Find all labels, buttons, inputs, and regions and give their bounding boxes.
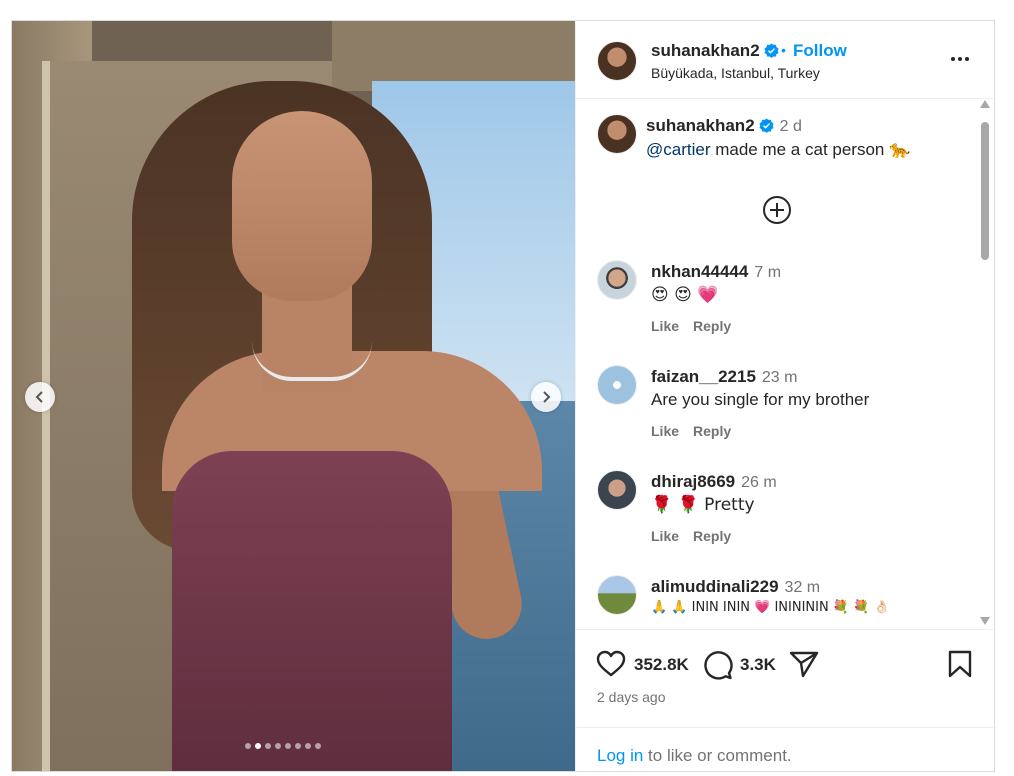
caption-text: @cartier made me a cat person 🐆: [646, 140, 911, 160]
comment-text: Are you single for my brother: [651, 390, 870, 409]
avatar[interactable]: [597, 41, 637, 81]
carousel-dot: [315, 743, 321, 749]
carousel-indicator: [245, 743, 321, 751]
load-more-comments-icon[interactable]: [762, 195, 792, 225]
post-side-panel: suhanakhan2 • Follow Büyükada, Istanbul,…: [575, 21, 996, 771]
carousel-dot: [285, 743, 291, 749]
share-icon[interactable]: [789, 650, 819, 678]
likes-count[interactable]: 352.8K: [634, 655, 689, 675]
like-comment-button[interactable]: Like: [651, 318, 679, 334]
chevron-left-icon: [35, 391, 43, 403]
carousel-dot: [245, 743, 251, 749]
comment-username[interactable]: alimuddinali229 32 m: [651, 577, 820, 597]
comment-username[interactable]: dhiraj8669 26 m: [651, 472, 777, 492]
mention-link[interactable]: @cartier: [646, 140, 711, 159]
login-link[interactable]: Log in: [597, 746, 643, 765]
post-image[interactable]: [12, 21, 575, 771]
next-slide-button[interactable]: [531, 382, 561, 412]
comment-text: 🌹 🌹 Pretty: [651, 495, 755, 515]
comment-text: 🙏 🙏 ININ ININ 💗 ININININ 💐 💐 👌🏻: [651, 600, 890, 615]
separator-dot: •: [781, 42, 786, 58]
follow-button[interactable]: Follow: [793, 41, 847, 61]
carousel-dot: [265, 743, 271, 749]
comment-actions: Like Reply: [651, 528, 731, 544]
comment-actions: Like Reply: [651, 318, 731, 334]
carousel-dot: [305, 743, 311, 749]
post-timestamp: 2 days ago: [597, 689, 666, 705]
comment-time: 32 m: [784, 579, 821, 596]
comment-username[interactable]: nkhan44444 7 m: [651, 262, 781, 282]
caption-time: 2 d: [779, 118, 802, 135]
comment-icon[interactable]: [703, 650, 733, 680]
scrollbar-thumb[interactable]: [981, 122, 989, 260]
commenter-avatar[interactable]: [597, 470, 637, 510]
scroll-down-arrow[interactable]: [980, 617, 990, 625]
carousel-dot: [275, 743, 281, 749]
location-link[interactable]: Büyükada, Istanbul, Turkey: [651, 65, 820, 81]
login-prompt: Log in to like or comment.: [576, 727, 996, 772]
more-options-icon[interactable]: [948, 49, 972, 69]
author-username[interactable]: suhanakhan2: [651, 41, 779, 61]
carousel-dot: [295, 743, 301, 749]
heart-icon[interactable]: [596, 650, 626, 678]
caption-avatar[interactable]: [597, 114, 637, 154]
login-prompt-text: to like or comment.: [643, 746, 792, 765]
reply-comment-button[interactable]: Reply: [693, 423, 731, 439]
commenter-avatar[interactable]: [597, 365, 637, 405]
post-header: suhanakhan2 • Follow Büyükada, Istanbul,…: [576, 21, 996, 99]
comments-list[interactable]: suhanakhan2 2 d @cartier made me a cat pe…: [576, 100, 996, 629]
scroll-up-arrow[interactable]: [980, 100, 990, 108]
comment-actions: Like Reply: [651, 423, 731, 439]
comment-username[interactable]: faizan__2215 23 m: [651, 367, 797, 387]
post-actions-bar: 352.8K 3.3K 2 days ago Log in to like or…: [576, 629, 996, 771]
comment-text: 😍 😍 💗: [651, 285, 719, 305]
post-card: suhanakhan2 • Follow Büyükada, Istanbul,…: [11, 20, 996, 772]
comments-count[interactable]: 3.3K: [740, 655, 776, 675]
carousel-dot: [255, 743, 261, 749]
caption-username[interactable]: suhanakhan2 2 d: [646, 116, 802, 136]
previous-slide-button[interactable]: [25, 382, 55, 412]
like-comment-button[interactable]: Like: [651, 528, 679, 544]
commenter-avatar[interactable]: [597, 575, 637, 615]
comment-time: 26 m: [741, 474, 777, 491]
verified-badge-icon: [764, 43, 779, 58]
like-comment-button[interactable]: Like: [651, 423, 679, 439]
verified-badge-icon: [759, 118, 774, 133]
commenter-avatar[interactable]: [597, 260, 637, 300]
comment-time: 23 m: [761, 369, 798, 386]
comment-time: 7 m: [754, 264, 782, 281]
chevron-right-icon: [543, 391, 551, 403]
reply-comment-button[interactable]: Reply: [693, 318, 731, 334]
reply-comment-button[interactable]: Reply: [693, 528, 731, 544]
bookmark-icon[interactable]: [947, 650, 973, 678]
